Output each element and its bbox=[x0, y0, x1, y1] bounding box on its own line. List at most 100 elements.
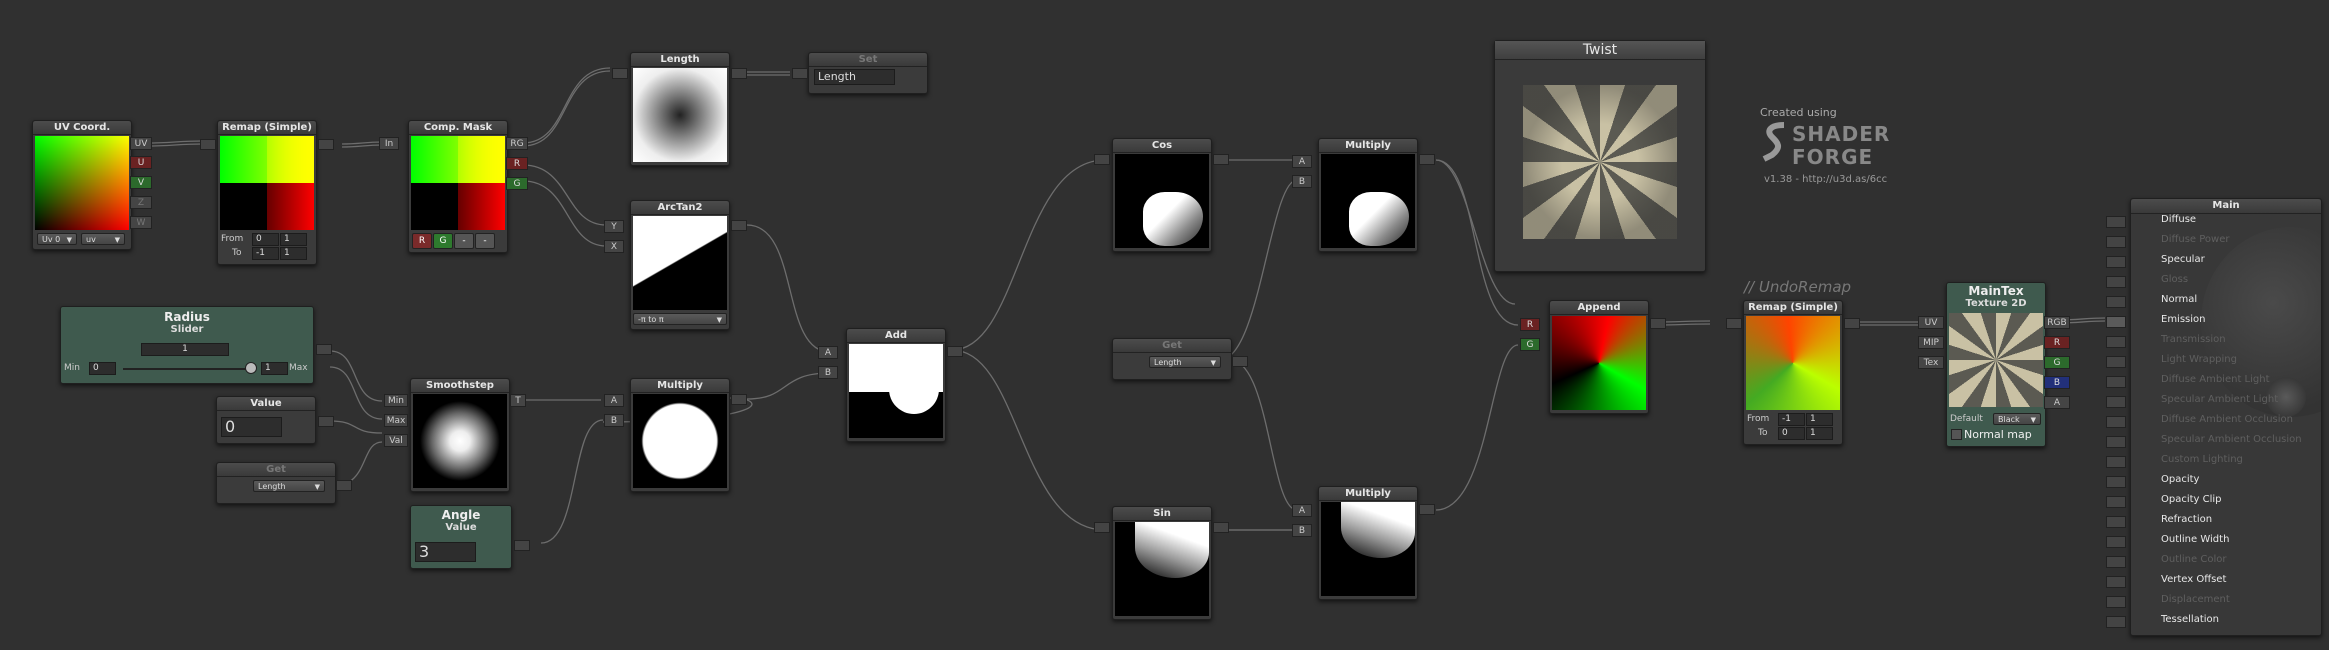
from-max-field[interactable]: 1 bbox=[280, 233, 307, 246]
output-port[interactable] bbox=[1213, 522, 1229, 533]
add-node[interactable]: Add bbox=[846, 328, 946, 442]
main-input-row[interactable]: Opacity bbox=[2153, 472, 2303, 490]
main-output-node[interactable]: Main Diffuse Diffuse Power Specular Gloss No… bbox=[2130, 198, 2322, 636]
output-port[interactable] bbox=[1419, 504, 1435, 515]
uv-mode-dropdown[interactable]: uv ▼ bbox=[81, 233, 125, 245]
port-z[interactable]: Z bbox=[130, 196, 152, 209]
cos-node[interactable]: Cos bbox=[1112, 138, 1212, 252]
port-u[interactable]: U bbox=[130, 156, 152, 169]
main-input-row[interactable]: Diffuse Ambient Light bbox=[2153, 372, 2303, 390]
input-port[interactable] bbox=[1726, 318, 1742, 329]
port-v[interactable]: V bbox=[130, 176, 152, 189]
default-color-dropdown[interactable]: Black ▼ bbox=[1993, 413, 2041, 425]
main-input-port[interactable] bbox=[2106, 336, 2126, 348]
port-uv[interactable]: UV bbox=[130, 137, 152, 150]
mask-g-toggle[interactable]: G bbox=[433, 233, 453, 249]
main-input-row[interactable]: Refraction bbox=[2153, 512, 2303, 530]
port-t[interactable]: T bbox=[510, 394, 526, 407]
output-port[interactable] bbox=[731, 68, 747, 79]
output-port[interactable] bbox=[1650, 318, 1666, 329]
main-input-port[interactable] bbox=[2106, 556, 2126, 568]
normal-map-checkbox[interactable] bbox=[1951, 429, 1962, 440]
slider-knob-icon[interactable] bbox=[245, 362, 257, 374]
uv-coord-node[interactable]: UV Coord. Uv 0 ▼ uv ▼ bbox=[32, 120, 132, 250]
port-val[interactable]: Val bbox=[384, 434, 408, 447]
input-port[interactable] bbox=[612, 68, 628, 79]
from-min-field[interactable]: -1 bbox=[1778, 413, 1805, 426]
input-port[interactable] bbox=[1094, 154, 1110, 165]
sin-node[interactable]: Sin bbox=[1112, 506, 1212, 620]
main-input-row[interactable]: Gloss bbox=[2153, 272, 2303, 290]
remap-simple-node[interactable]: Remap (Simple) From -1 1 To 0 1 bbox=[1743, 300, 1843, 445]
main-input-row[interactable]: Specular bbox=[2153, 252, 2303, 270]
from-max-field[interactable]: 1 bbox=[1806, 413, 1833, 426]
arctan2-node[interactable]: ArcTan2 -π to π ▼ bbox=[630, 200, 730, 330]
mask-b-toggle[interactable]: - bbox=[454, 233, 474, 249]
port-tex[interactable]: Tex bbox=[1918, 356, 1944, 369]
port-a[interactable]: A bbox=[818, 346, 838, 359]
main-input-row[interactable]: Transmission bbox=[2153, 332, 2303, 350]
port-g[interactable]: G bbox=[506, 177, 528, 190]
port-a[interactable]: A bbox=[604, 394, 624, 407]
port-max[interactable]: Max bbox=[384, 414, 408, 427]
slider-min-field[interactable]: 0 bbox=[89, 362, 116, 375]
main-input-row[interactable]: Emission bbox=[2153, 312, 2303, 330]
output-port[interactable] bbox=[514, 540, 530, 551]
main-input-row[interactable]: Diffuse bbox=[2153, 212, 2303, 230]
main-input-port[interactable] bbox=[2106, 496, 2126, 508]
uv-channel-dropdown[interactable]: Uv 0 ▼ bbox=[37, 233, 77, 245]
multiply-node[interactable]: Multiply bbox=[630, 378, 730, 492]
port-uv[interactable]: UV bbox=[1918, 316, 1944, 329]
main-input-row[interactable]: Normal bbox=[2153, 292, 2303, 310]
component-mask-node[interactable]: Comp. Mask R G - - bbox=[408, 120, 508, 253]
angle-field[interactable]: 3 bbox=[415, 542, 476, 562]
output-port[interactable] bbox=[731, 220, 747, 231]
port-r[interactable]: R bbox=[506, 157, 528, 170]
from-min-field[interactable]: 0 bbox=[252, 233, 279, 246]
mask-a-toggle[interactable]: - bbox=[475, 233, 495, 249]
port-g[interactable]: G bbox=[2044, 356, 2070, 369]
main-input-port[interactable] bbox=[2106, 256, 2126, 268]
main-input-row[interactable]: Light Wrapping bbox=[2153, 352, 2303, 370]
angle-value-node[interactable]: Angle Value 3 bbox=[410, 505, 512, 569]
port-b[interactable]: B bbox=[818, 366, 838, 379]
value-field[interactable]: 0 bbox=[221, 417, 282, 437]
main-input-port[interactable] bbox=[2106, 376, 2126, 388]
maintex-texture-node[interactable]: MainTex Texture 2D Default Black ▼ Normal… bbox=[1946, 282, 2046, 447]
to-min-field[interactable]: 0 bbox=[1778, 427, 1805, 440]
port-g[interactable]: G bbox=[1520, 338, 1540, 351]
input-port[interactable] bbox=[200, 139, 216, 150]
main-input-port[interactable] bbox=[2106, 616, 2126, 628]
main-input-row[interactable]: Outline Color bbox=[2153, 552, 2303, 570]
main-input-port[interactable] bbox=[2106, 436, 2126, 448]
get-variable-dropdown[interactable]: Length ▼ bbox=[1149, 356, 1221, 368]
main-input-port[interactable] bbox=[2106, 576, 2126, 588]
port-a[interactable]: A bbox=[1292, 155, 1312, 168]
append-node[interactable]: Append bbox=[1549, 300, 1649, 414]
output-port[interactable] bbox=[336, 480, 352, 491]
port-in[interactable]: In bbox=[379, 137, 399, 150]
port-y[interactable]: Y bbox=[604, 220, 624, 233]
port-a[interactable]: A bbox=[1292, 504, 1312, 517]
twist-preview-panel[interactable]: Twist bbox=[1494, 40, 1706, 272]
main-input-row[interactable]: Diffuse Power bbox=[2153, 232, 2303, 250]
port-rg[interactable]: RG bbox=[506, 137, 528, 150]
output-port[interactable] bbox=[731, 394, 747, 405]
output-port[interactable] bbox=[318, 416, 334, 427]
set-node[interactable]: Set Length bbox=[808, 52, 928, 94]
remap-simple-node[interactable]: Remap (Simple) From 0 1 To -1 1 bbox=[217, 120, 317, 265]
port-min[interactable]: Min bbox=[384, 394, 408, 407]
port-a[interactable]: A bbox=[2044, 396, 2070, 409]
main-input-port[interactable] bbox=[2106, 276, 2126, 288]
main-input-port[interactable] bbox=[2106, 516, 2126, 528]
port-w[interactable]: W bbox=[130, 216, 152, 229]
main-input-port[interactable] bbox=[2106, 456, 2126, 468]
main-input-port[interactable] bbox=[2106, 296, 2126, 308]
set-name-field[interactable]: Length bbox=[814, 69, 895, 85]
main-input-row[interactable]: Specular Ambient Occlusion bbox=[2153, 432, 2303, 450]
main-input-port[interactable] bbox=[2106, 416, 2126, 428]
output-port[interactable] bbox=[316, 344, 332, 355]
multiply-node[interactable]: Multiply bbox=[1318, 138, 1418, 252]
port-b[interactable]: B bbox=[1292, 524, 1312, 537]
slider-max-field[interactable]: 1 bbox=[261, 362, 288, 375]
